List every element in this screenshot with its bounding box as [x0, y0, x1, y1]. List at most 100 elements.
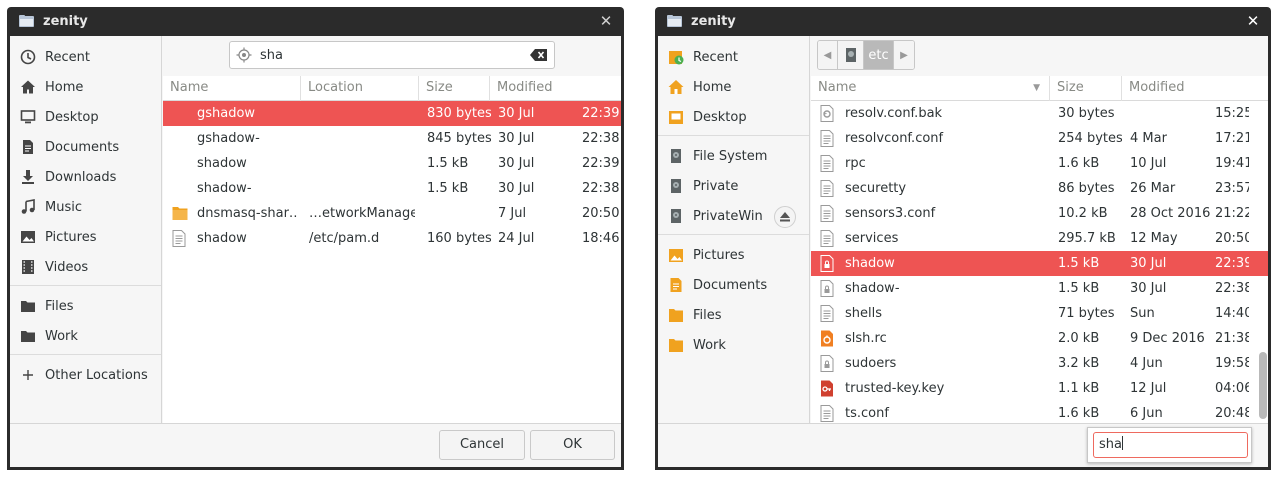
sidebar-item-other-locations[interactable]: Other Locations: [10, 360, 161, 390]
documents-icon: [19, 138, 37, 156]
sidebar-item-videos[interactable]: Videos: [10, 252, 161, 282]
table-row[interactable]: resolv.conf.bak 30 bytes 15:25: [811, 101, 1268, 126]
cell-name: shells: [845, 306, 883, 321]
table-row[interactable]: sudoers 3.2 kB 4 Jun 19:58: [811, 351, 1268, 376]
cell-name: trusted-key.key: [845, 381, 945, 396]
sidebar-item-privatewin[interactable]: PrivateWin: [658, 201, 809, 231]
sidebar-item-label: Desktop: [693, 109, 747, 125]
right-file-chooser-window: zenity ✕ Recent Home Desktop File System: [655, 7, 1271, 470]
sidebar-item-desktop[interactable]: Desktop: [658, 102, 809, 132]
table-row[interactable]: gshadow 830 bytes 30 Jul 22:39: [163, 101, 621, 126]
path-current-button[interactable]: etc: [864, 41, 894, 69]
chevron-left-icon: ◀: [823, 49, 832, 61]
sidebar-item-documents[interactable]: Documents: [658, 270, 809, 300]
cell-name: shadow-: [197, 181, 252, 196]
column-size[interactable]: Size: [1050, 76, 1122, 101]
column-modified[interactable]: Modified: [490, 76, 621, 101]
cell-time: 22:39: [1215, 256, 1249, 271]
cell-time: 23:57: [1215, 181, 1249, 196]
desktop-icon: [667, 108, 685, 126]
sidebar-item-work[interactable]: Work: [658, 330, 809, 360]
search-input[interactable]: sha: [229, 41, 555, 69]
table-row[interactable]: shadow 1.5 kB 30 Jul 22:39: [811, 251, 1268, 276]
close-icon[interactable]: ✕: [598, 12, 614, 30]
typeahead-input[interactable]: sha: [1093, 432, 1248, 458]
column-header: Name Location Size Modified: [163, 76, 621, 101]
downloads-icon: [19, 168, 37, 186]
scrollbar[interactable]: [1258, 101, 1268, 423]
sidebar-item-documents[interactable]: Documents: [10, 132, 161, 162]
cell-name: shadow-: [845, 281, 900, 296]
scrollbar-thumb[interactable]: [1259, 352, 1267, 419]
table-row[interactable]: trusted-key.key 1.1 kB 12 Jul 04:06: [811, 376, 1268, 401]
table-row[interactable]: shadow- 1.5 kB 30 Jul 22:38: [811, 276, 1268, 301]
drive-icon: [845, 48, 856, 62]
cell-name: securetty: [845, 181, 907, 196]
cell-time: 19:41: [1215, 156, 1249, 171]
close-icon[interactable]: ✕: [1245, 12, 1261, 30]
table-row[interactable]: securetty 86 bytes 26 Mar 23:57: [811, 176, 1268, 201]
table-row[interactable]: slsh.rc 2.0 kB 9 Dec 2016 21:38: [811, 326, 1268, 351]
sidebar-item-label: Work: [45, 328, 78, 344]
path-root-button[interactable]: [838, 41, 864, 69]
typeahead-popup: sha: [1087, 427, 1252, 463]
table-row[interactable]: dnsmasq-shar… …etworkManager 7 Jul 20:50: [163, 201, 621, 226]
table-row[interactable]: shadow 1.5 kB 30 Jul 22:39: [163, 151, 621, 176]
table-row[interactable]: ts.conf 1.6 kB 6 Jun 20:48: [811, 401, 1268, 423]
cell-name: slsh.rc: [845, 331, 887, 346]
text-file-icon: [820, 305, 836, 322]
table-row[interactable]: shadow- 1.5 kB 30 Jul 22:38: [163, 176, 621, 201]
column-name[interactable]: Name ▼: [811, 76, 1050, 101]
cell-size: 1.5 kB: [1058, 256, 1100, 271]
table-row[interactable]: rpc 1.6 kB 10 Jul 19:41: [811, 151, 1268, 176]
sidebar-item-home[interactable]: Home: [10, 72, 161, 102]
cell-name: gshadow-: [197, 131, 260, 146]
sidebar-item-pictures[interactable]: Pictures: [10, 222, 161, 252]
column-modified[interactable]: Modified: [1122, 76, 1262, 101]
column-size[interactable]: Size: [419, 76, 490, 101]
cell-date: 30 Jul: [498, 181, 535, 196]
column-name[interactable]: Name: [163, 76, 301, 101]
table-row[interactable]: shadow/etc/pam.d 160 bytes 24 Jul 18:46: [163, 226, 621, 251]
cell-time: 19:58: [1215, 356, 1249, 371]
cell-time: 17:21: [1215, 131, 1249, 146]
table-row[interactable]: resolvconf.conf 254 bytes 4 Mar 17:21: [811, 126, 1268, 151]
typeahead-value: sha: [1099, 437, 1122, 452]
path-back-button[interactable]: ◀: [818, 41, 838, 69]
sidebar-separator: [658, 135, 809, 136]
clear-search-icon[interactable]: [530, 47, 548, 63]
sidebar-item-music[interactable]: Music: [10, 192, 161, 222]
path-bar: ◀ etc ▶: [817, 40, 915, 70]
column-location[interactable]: Location: [301, 76, 419, 101]
sidebar-item-private[interactable]: Private: [658, 171, 809, 201]
cancel-button[interactable]: Cancel: [439, 430, 525, 460]
sidebar-item-desktop[interactable]: Desktop: [10, 102, 161, 132]
table-row[interactable]: gshadow- 845 bytes 30 Jul 22:38: [163, 126, 621, 151]
cell-time: 04:06: [1215, 381, 1249, 396]
sidebar-item-recent[interactable]: Recent: [658, 42, 809, 72]
sidebar-item-downloads[interactable]: Downloads: [10, 162, 161, 192]
sidebar-item-files[interactable]: Files: [658, 300, 809, 330]
path-forward-button[interactable]: ▶: [894, 41, 914, 69]
sidebar-item-files[interactable]: Files: [10, 291, 161, 321]
cell-size: 30 bytes: [1058, 106, 1115, 121]
titlebar: zenity ✕: [7, 7, 624, 36]
folder-window-icon: [19, 15, 35, 28]
sidebar-item-work[interactable]: Work: [10, 321, 161, 351]
text-file-icon: [820, 405, 836, 422]
sidebar-item-recent[interactable]: Recent: [10, 42, 161, 72]
table-row[interactable]: services 295.7 kB 12 May 20:50: [811, 226, 1268, 251]
table-row[interactable]: sensors3.conf 10.2 kB 28 Oct 2016 21:22: [811, 201, 1268, 226]
locked-file-icon: [820, 280, 836, 297]
sidebar-item-file-system[interactable]: File System: [658, 141, 809, 171]
cell-location: [309, 176, 415, 201]
clock-icon: [19, 48, 37, 66]
ok-button[interactable]: OK: [530, 430, 615, 460]
cell-date: 24 Jul: [498, 231, 535, 246]
window-content: Recent Home Desktop File System Private: [658, 36, 1268, 467]
sidebar-item-home[interactable]: Home: [658, 72, 809, 102]
sidebar-item-pictures[interactable]: Pictures: [658, 240, 809, 270]
left-file-chooser-window: zenity ✕ Recent Home Desktop Documents D…: [7, 7, 624, 470]
cell-size: 1.6 kB: [1058, 156, 1100, 171]
table-row[interactable]: shells 71 bytes Sun 14:40: [811, 301, 1268, 326]
